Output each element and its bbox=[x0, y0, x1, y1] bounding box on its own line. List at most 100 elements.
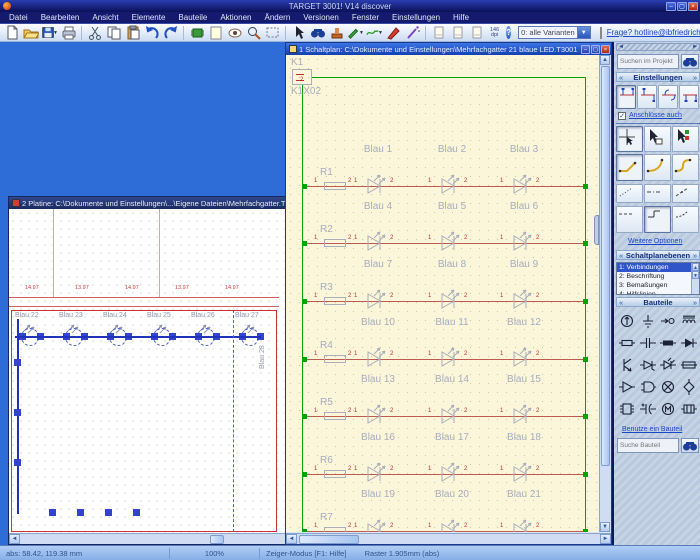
layer-item-2[interactable]: 3: Bemaßungen bbox=[617, 281, 699, 290]
menu-item-4[interactable]: Bauteile bbox=[172, 13, 213, 22]
bend-arc[interactable] bbox=[644, 154, 671, 181]
inductor-icon[interactable] bbox=[679, 310, 700, 332]
motor-icon[interactable] bbox=[658, 398, 679, 420]
undo-icon[interactable] bbox=[142, 25, 161, 41]
section-header-components[interactable]: Bauteile bbox=[616, 297, 700, 307]
wire-tools-icon[interactable]: ▼ bbox=[365, 25, 384, 41]
support-email-link[interactable]: Frage? hotline@ibfriedrich.com bbox=[607, 28, 700, 37]
schematic-canvas[interactable]: K1 2 K1X02 R112Blau 112Blau 212Blau 312R… bbox=[286, 55, 599, 532]
checkbox-connections[interactable] bbox=[618, 112, 626, 120]
and-gate-icon[interactable] bbox=[638, 376, 659, 398]
sidebar-drag-grip[interactable] bbox=[616, 43, 700, 51]
zener-diode-icon[interactable] bbox=[638, 354, 659, 376]
schematic-window-titlebar[interactable]: 1 Schaltplan: C:\Dokumente und Einstellu… bbox=[286, 43, 611, 55]
fuse-icon[interactable] bbox=[679, 354, 700, 376]
diode-icon[interactable] bbox=[679, 332, 700, 354]
draw-tools-icon[interactable]: ▼ bbox=[346, 25, 365, 41]
scroll-left-icon[interactable]: ◄ bbox=[286, 534, 297, 544]
bend-s-curve[interactable] bbox=[672, 154, 699, 181]
scroll-right-icon[interactable]: ► bbox=[600, 534, 611, 544]
selection-marquee-icon[interactable] bbox=[263, 25, 282, 41]
chevron-down-icon[interactable]: ▼ bbox=[577, 27, 590, 38]
variant-combobox[interactable]: 0: alle Varianten ▼ bbox=[518, 26, 591, 39]
stamp-tool-icon[interactable] bbox=[327, 25, 346, 41]
resistor-filled-icon[interactable] bbox=[658, 332, 679, 354]
schematic-window[interactable]: 1 Schaltplan: C:\Dokumente und Einstellu… bbox=[285, 42, 612, 545]
menu-item-9[interactable]: Einstellungen bbox=[386, 13, 446, 22]
board-canvas[interactable]: 14.9713.9714.9713.9714.97Blau 22Blau 23B… bbox=[9, 209, 297, 534]
more-options-link[interactable]: Weitere Optionen bbox=[628, 238, 682, 245]
buffer-gate-icon[interactable] bbox=[617, 376, 638, 398]
line-dash[interactable] bbox=[616, 206, 643, 233]
connections-link[interactable]: Anschlüsse auch bbox=[629, 112, 682, 119]
menu-item-5[interactable]: Aktionen bbox=[214, 13, 257, 22]
component-search-input[interactable] bbox=[617, 438, 679, 453]
pin-connector-icon[interactable] bbox=[658, 310, 679, 332]
preview-eye-icon[interactable] bbox=[225, 25, 244, 41]
sheet-3-icon[interactable] bbox=[467, 25, 486, 41]
sheet-1-icon[interactable] bbox=[429, 25, 448, 41]
ic-chip-icon[interactable] bbox=[617, 398, 638, 420]
relay-icon[interactable] bbox=[679, 398, 700, 420]
line-step[interactable] bbox=[644, 206, 671, 233]
bridge-rectifier-icon[interactable] bbox=[679, 376, 700, 398]
scroll-left-icon[interactable]: ◄ bbox=[9, 534, 20, 544]
menu-item-7[interactable]: Versionen bbox=[297, 13, 345, 22]
section-header-layers[interactable]: Schaltplanebenen bbox=[616, 250, 700, 260]
menu-item-6[interactable]: Ändern bbox=[258, 13, 296, 22]
cut-icon[interactable] bbox=[85, 25, 104, 41]
line-diag-dot[interactable] bbox=[672, 184, 699, 203]
maximize-icon[interactable]: ▢ bbox=[677, 2, 687, 11]
help-button[interactable]: ? bbox=[506, 26, 511, 39]
zoom-magnifier-icon[interactable] bbox=[244, 25, 263, 41]
line-curve[interactable] bbox=[672, 206, 699, 233]
layer-item-0[interactable]: 1: Verbindungen bbox=[617, 263, 699, 272]
menu-item-1[interactable]: Bearbeiten bbox=[35, 13, 86, 22]
led-icon[interactable] bbox=[658, 354, 679, 376]
conn-style-2[interactable] bbox=[637, 85, 657, 109]
scroll-thumb[interactable] bbox=[601, 66, 610, 466]
menu-item-10[interactable]: Hilfe bbox=[447, 13, 475, 22]
schematic-vscrollbar[interactable]: ▲ ▼ bbox=[599, 55, 611, 532]
search-input[interactable] bbox=[617, 54, 679, 69]
open-folder-icon[interactable] bbox=[21, 25, 40, 41]
menu-item-3[interactable]: Elemente bbox=[126, 13, 172, 22]
bend-corner[interactable] bbox=[616, 154, 643, 181]
board-hscrollbar[interactable]: ◄ bbox=[9, 533, 297, 544]
scroll-down-icon[interactable]: ▼ bbox=[600, 522, 610, 532]
paste-icon[interactable] bbox=[123, 25, 142, 41]
scroll-up-icon[interactable]: ▲ bbox=[692, 263, 699, 271]
pen-tool-icon[interactable] bbox=[384, 25, 403, 41]
conn-style-3[interactable] bbox=[658, 85, 678, 109]
capacitor-icon[interactable] bbox=[638, 332, 659, 354]
copy-icon[interactable] bbox=[104, 25, 123, 41]
menu-item-0[interactable]: Datei bbox=[3, 13, 34, 22]
minimize-icon[interactable]: – bbox=[666, 2, 676, 11]
ground-icon[interactable] bbox=[638, 310, 659, 332]
sheet-2-icon[interactable] bbox=[448, 25, 467, 41]
board-window[interactable]: 2 Platine: C:\Dokumente und Einstellunge… bbox=[8, 196, 298, 545]
line-dotted-diag[interactable] bbox=[616, 184, 643, 203]
resistor-icon[interactable] bbox=[617, 332, 638, 354]
child-close-icon[interactable]: × bbox=[601, 45, 610, 54]
magic-wand-icon[interactable] bbox=[403, 25, 422, 41]
conn-style-1[interactable] bbox=[616, 85, 636, 109]
board-window-titlebar[interactable]: 2 Platine: C:\Dokumente und Einstellunge… bbox=[9, 197, 297, 209]
scroll-thumb[interactable] bbox=[299, 535, 359, 544]
pointer-with-colors[interactable] bbox=[672, 126, 699, 152]
voltage-source-icon[interactable] bbox=[617, 310, 638, 332]
german-flag-icon[interactable] bbox=[600, 27, 602, 39]
pointer-tool-icon[interactable] bbox=[289, 25, 308, 41]
print-icon[interactable] bbox=[59, 25, 78, 41]
child-restore-icon[interactable]: ▢ bbox=[591, 45, 600, 54]
scroll-up-icon[interactable]: ▲ bbox=[600, 55, 610, 65]
section-header-settings[interactable]: Einstellungen bbox=[616, 72, 700, 82]
transistor-icon[interactable] bbox=[617, 354, 638, 376]
capacitor-polarized-icon[interactable] bbox=[638, 398, 659, 420]
menu-item-2[interactable]: Ansicht bbox=[86, 13, 124, 22]
layer-item-1[interactable]: 2: Beschriftung bbox=[617, 272, 699, 281]
save-icon[interactable]: ▼ bbox=[40, 25, 59, 41]
use-component-link[interactable]: Benutze ein Bauteil bbox=[622, 426, 682, 433]
layer-item-3[interactable]: 4: Hilfslinien bbox=[617, 290, 699, 295]
crosshair-pointer[interactable] bbox=[616, 126, 643, 152]
